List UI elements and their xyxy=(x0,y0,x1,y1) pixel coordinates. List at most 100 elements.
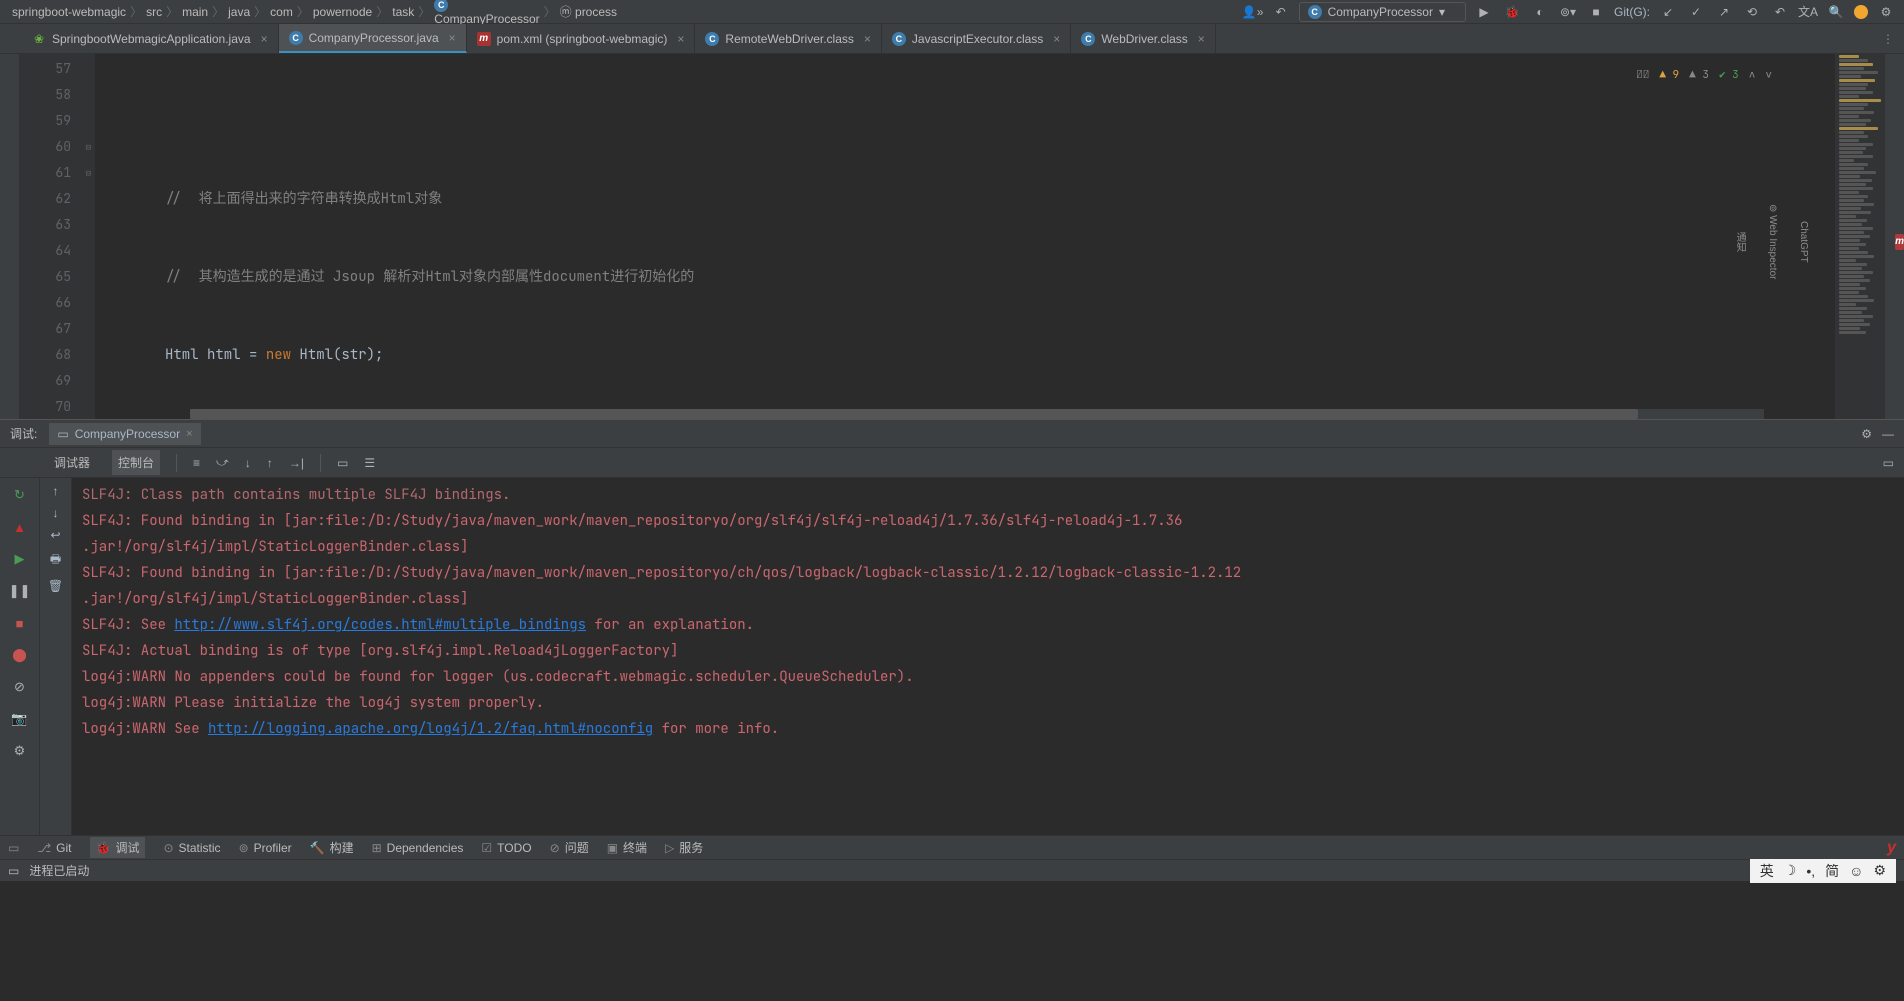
statistic-tool[interactable]: ⊙Statistic xyxy=(163,841,220,855)
breakpoints-icon[interactable]: ⬤ xyxy=(9,644,31,666)
git-rollback-icon[interactable]: ↶ xyxy=(1770,2,1790,22)
tab-company-processor[interactable]: C CompanyProcessor.java × xyxy=(279,24,467,53)
notification-icon[interactable] xyxy=(1854,5,1868,19)
code-area[interactable]: 👁⃠ ▲ 9 ▲ 3 ✔ 3 ∧ ∨ // 将上面得出来的字符串转换成Html对… xyxy=(95,54,1834,419)
warnings-count[interactable]: ▲ 9 xyxy=(1659,62,1679,88)
git-commit-icon[interactable]: ✓ xyxy=(1686,2,1706,22)
notification-icon[interactable]: y xyxy=(1887,839,1896,857)
weak-warnings-count[interactable]: ▲ 3 xyxy=(1689,62,1709,88)
profiler-tool[interactable]: ⊚Profiler xyxy=(239,841,292,855)
prev-highlight-icon[interactable]: ∧ xyxy=(1749,62,1756,88)
maven-icon[interactable]: m xyxy=(1895,234,1904,250)
debug-session-tab[interactable]: ▭ CompanyProcessor × xyxy=(49,423,200,445)
clear-icon[interactable]: 🗑 xyxy=(48,579,63,593)
typos-count[interactable]: ✔ 3 xyxy=(1719,62,1739,88)
console-tab[interactable]: 控制台 xyxy=(112,450,160,475)
close-icon[interactable]: × xyxy=(261,32,268,46)
tab-js-executor[interactable]: C JavascriptExecutor.class × xyxy=(882,24,1071,53)
crumb[interactable]: main xyxy=(178,5,212,19)
git-history-icon[interactable]: ⟲ xyxy=(1742,2,1762,22)
horizontal-scrollbar[interactable] xyxy=(190,409,1764,419)
scroll-down-icon[interactable]: ↓ xyxy=(53,506,59,520)
back-icon[interactable]: ↶ xyxy=(1271,2,1291,22)
tool-window-icon[interactable]: ▭ xyxy=(8,841,19,855)
print-icon[interactable]: 🖶 xyxy=(50,550,61,571)
fold-icon[interactable]: ⊟ xyxy=(86,134,91,160)
minimap[interactable] xyxy=(1834,54,1884,419)
close-icon[interactable]: × xyxy=(864,32,871,46)
console-output[interactable]: SLF4J: Class path contains multiple SLF4… xyxy=(72,478,1904,835)
next-highlight-icon[interactable]: ∨ xyxy=(1765,62,1772,88)
pause-icon[interactable]: ❚❚ xyxy=(9,580,31,602)
soft-wrap-icon[interactable]: ↩ xyxy=(50,528,60,542)
crumb[interactable]: task xyxy=(388,5,418,19)
crumb[interactable]: java xyxy=(224,5,254,19)
toolbar-right: 👤» ↶ C CompanyProcessor ▾ ▶ 🐞 ◐ ⊚▾ ■ Git… xyxy=(1243,2,1896,22)
git-label: Git(G): xyxy=(1614,5,1650,19)
problems-tool[interactable]: ⊘问题 xyxy=(550,839,589,856)
close-icon[interactable]: × xyxy=(449,31,456,45)
debugger-tab[interactable]: 调试器 xyxy=(48,450,96,475)
close-icon[interactable]: × xyxy=(186,428,192,440)
tabs-more-icon[interactable]: ⋮ xyxy=(1872,24,1904,53)
evaluate-icon[interactable]: ▭ xyxy=(337,456,348,470)
debug-icon[interactable]: 🐞 xyxy=(1502,2,1522,22)
tab-pom-xml[interactable]: m pom.xml (springboot-webmagic) × xyxy=(467,24,696,53)
git-push-icon[interactable]: ↗ xyxy=(1714,2,1734,22)
mute-breakpoints-icon[interactable]: ⊘ xyxy=(9,676,31,698)
translate-icon[interactable]: 文A xyxy=(1798,2,1818,22)
console-link[interactable]: http://logging.apache.org/log4j/1.2/faq.… xyxy=(208,720,653,738)
step-out-icon[interactable]: ↑ xyxy=(267,456,273,470)
minimize-icon[interactable]: — xyxy=(1882,427,1894,441)
crumb[interactable]: powernode xyxy=(309,5,376,19)
crumb[interactable]: com xyxy=(266,5,297,19)
stop-icon[interactable]: ■ xyxy=(1586,2,1606,22)
git-update-icon[interactable]: ↙ xyxy=(1658,2,1678,22)
camera-icon[interactable]: 📷 xyxy=(9,708,31,730)
stop-icon[interactable]: ■ xyxy=(9,612,31,634)
settings-icon[interactable]: ⚙ xyxy=(1876,2,1896,22)
settings-icon[interactable]: ⚙ xyxy=(9,740,31,762)
crumb[interactable]: springboot-webmagic xyxy=(8,5,130,19)
crumb[interactable]: src xyxy=(142,5,166,19)
ime-indicator[interactable]: 英 ☽ •, 简 ☺ ⚙ xyxy=(1750,859,1896,883)
git-tool[interactable]: ⎇Git xyxy=(37,841,71,855)
step-into-icon[interactable]: ↓ xyxy=(245,456,251,470)
tab-remote-webdriver[interactable]: C RemoteWebDriver.class × xyxy=(695,24,882,53)
threads-icon[interactable]: ≡ xyxy=(193,456,200,470)
fold-icon[interactable]: ⊟ xyxy=(86,160,91,186)
tab-webdriver[interactable]: C WebDriver.class × xyxy=(1071,24,1215,53)
gear-icon[interactable]: ⚙ xyxy=(1861,427,1872,441)
build-tool[interactable]: 🔨构建 xyxy=(310,839,354,856)
search-icon[interactable]: 🔍 xyxy=(1826,2,1846,22)
terminal-tool[interactable]: ▣终端 xyxy=(607,839,647,856)
console-link[interactable]: http://www.slf4j.org/codes.html#multiple… xyxy=(174,616,586,634)
scroll-up-icon[interactable]: ↑ xyxy=(53,484,59,498)
breadcrumbs: springboot-webmagic〉 src〉 main〉 java〉 co… xyxy=(8,0,1243,26)
coverage-icon[interactable]: ◐ xyxy=(1530,2,1550,22)
close-icon[interactable]: × xyxy=(1198,32,1205,46)
user-add-icon[interactable]: 👤» xyxy=(1243,2,1263,22)
rerun-icon[interactable]: ↻ xyxy=(9,484,31,506)
tab-springboot-app[interactable]: ❀ SpringbootWebmagicApplication.java × xyxy=(22,24,279,53)
gutter[interactable]: 57 58 59 60 61 62 63 64 65 66 67 68 69 7… xyxy=(20,54,95,419)
close-icon[interactable]: × xyxy=(677,32,684,46)
frames-icon[interactable]: ☰ xyxy=(364,456,375,470)
todo-tool[interactable]: ☑TODO xyxy=(481,841,531,855)
crumb[interactable]: C CompanyProcessor xyxy=(430,0,543,26)
close-icon[interactable]: × xyxy=(1053,32,1060,46)
run-config-select[interactable]: C CompanyProcessor ▾ xyxy=(1299,2,1466,22)
step-over-icon[interactable]: ⤻ xyxy=(216,455,229,470)
layout-icon[interactable]: ▭ xyxy=(1883,456,1894,470)
stop-debug-icon[interactable]: ▲ xyxy=(9,516,31,538)
run-to-cursor-icon[interactable]: →| xyxy=(289,456,304,470)
run-icon[interactable]: ▶ xyxy=(1474,2,1494,22)
reader-mode-icon[interactable]: 👁⃠ xyxy=(1636,62,1649,88)
spring-icon: ❀ xyxy=(32,32,46,46)
resume-icon[interactable]: ▶ xyxy=(9,548,31,570)
profile-icon[interactable]: ⊚▾ xyxy=(1558,2,1578,22)
crumb[interactable]: ⓜ process xyxy=(556,3,621,20)
services-tool[interactable]: ▷服务 xyxy=(665,839,703,856)
dependencies-tool[interactable]: ⊞Dependencies xyxy=(372,841,464,855)
debug-tool[interactable]: 🐞调试 xyxy=(90,837,146,858)
